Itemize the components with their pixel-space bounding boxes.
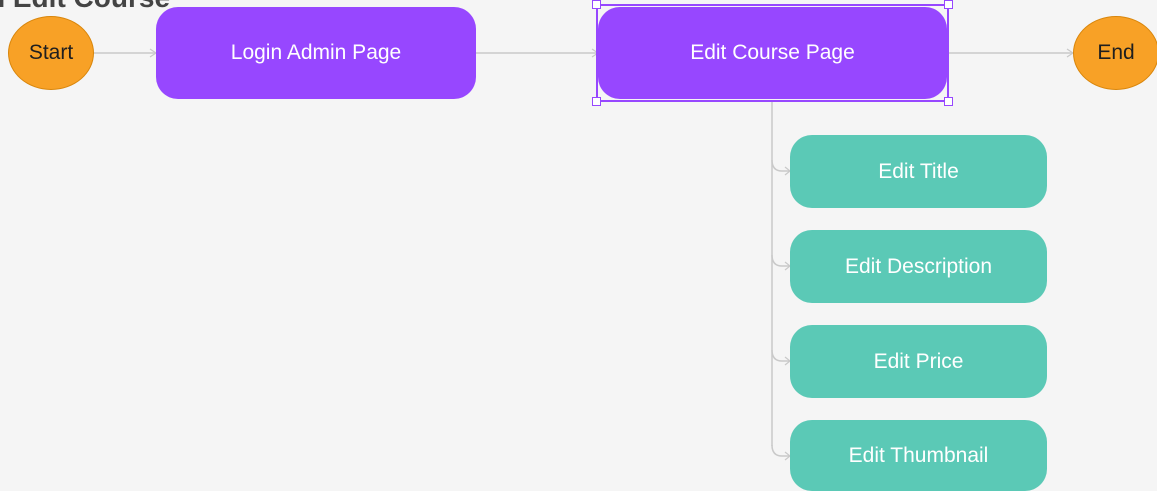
- edit-description-label: Edit Description: [844, 254, 993, 278]
- edit-description-node[interactable]: Edit Description: [790, 230, 1047, 303]
- end-node[interactable]: End: [1073, 16, 1157, 90]
- edit-price-node[interactable]: Edit Price: [790, 325, 1047, 398]
- selection-handle-bottom-left[interactable]: [592, 97, 601, 106]
- start-node[interactable]: Start: [8, 16, 94, 90]
- edit-course-page-label: Edit Course Page: [690, 41, 855, 64]
- branch-connector-edit-price: [771, 349, 791, 366]
- branch-connector-edit-title: [771, 159, 791, 176]
- edit-price-label: Edit Price: [873, 349, 964, 373]
- edit-thumbnail-label: Edit Thumbnail: [848, 443, 989, 467]
- selection-handle-top-right[interactable]: [944, 0, 953, 9]
- start-label: Start: [28, 41, 74, 64]
- selection-handle-bottom-right[interactable]: [944, 97, 953, 106]
- arrow-start-to-login: [93, 48, 158, 58]
- edit-course-page-node[interactable]: Edit Course Page: [598, 7, 947, 99]
- login-admin-page-label: Login Admin Page: [230, 41, 402, 64]
- edit-title-label: Edit Title: [878, 159, 959, 183]
- arrow-edit-course-to-end: [947, 48, 1075, 58]
- arrow-login-to-edit-course: [476, 48, 600, 58]
- selection-handle-top-left[interactable]: [592, 0, 601, 9]
- end-label: End: [1097, 41, 1135, 64]
- edit-thumbnail-node[interactable]: Edit Thumbnail: [790, 420, 1047, 491]
- branch-connector-edit-thumbnail: [771, 444, 791, 461]
- login-admin-page-node[interactable]: Login Admin Page: [156, 7, 476, 99]
- edit-title-node[interactable]: Edit Title: [790, 135, 1047, 208]
- flowchart-canvas: n Edit Course: [0, 0, 1157, 491]
- branch-connector-edit-description: [771, 254, 791, 271]
